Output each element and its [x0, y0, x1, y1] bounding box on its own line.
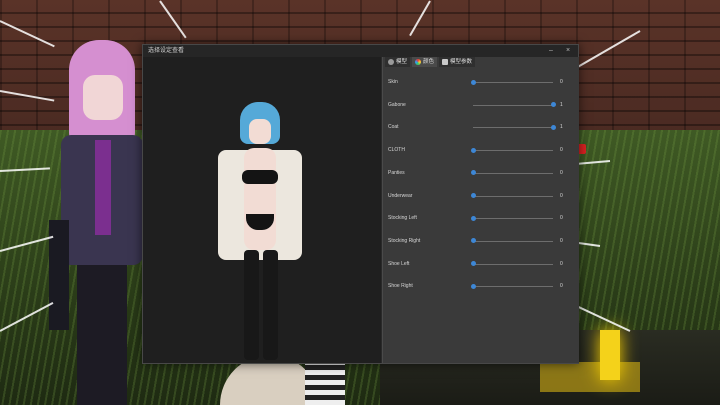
slider-row-stocking-right: Stocking Right 0: [388, 236, 573, 246]
slider-label: CLOTH: [388, 147, 405, 154]
tab-model-params[interactable]: 模型参数: [439, 57, 476, 67]
slider-handle[interactable]: [550, 102, 556, 108]
tab-label: 模型参数: [450, 59, 473, 65]
character-model: [218, 102, 308, 362]
slider-label: Shoe Right: [388, 283, 413, 290]
gear-icon: [442, 59, 449, 65]
slider-handle[interactable]: [470, 238, 476, 244]
slider-handle[interactable]: [470, 193, 476, 198]
slider-label: Shoe Left: [388, 260, 410, 267]
slider-value: 0: [560, 260, 563, 267]
tab-bar: 模型 颜色 模型参数: [385, 57, 476, 67]
background-glow: [540, 362, 640, 392]
slider-value: 0: [560, 169, 563, 176]
slider-handle[interactable]: [470, 261, 476, 267]
slider-label: Coat: [388, 124, 399, 131]
slider-track[interactable]: [470, 170, 553, 176]
settings-panel: 模型 颜色 模型参数 Skin 0 Gabone 1 Coat 1 CLOTH 0 Pantie…: [382, 57, 579, 363]
tab-color[interactable]: 颜色: [412, 57, 438, 67]
slider-row-cloth: CLOTH 0: [388, 145, 573, 155]
background-prop-striped: [305, 362, 345, 405]
person-icon: [388, 59, 394, 65]
character-face: [83, 75, 123, 120]
slider-label: Panties: [388, 169, 405, 176]
model-face: [249, 119, 271, 144]
slider-track[interactable]: [470, 193, 553, 198]
palette-icon: [415, 59, 422, 65]
background-character: [49, 40, 150, 405]
slider-row-skin: Skin 0: [388, 77, 573, 87]
slider-track[interactable]: [470, 79, 553, 85]
model-underwear-top: [242, 170, 278, 184]
close-button[interactable]: ×: [563, 45, 573, 57]
slider-value: 0: [560, 283, 563, 290]
model-preview[interactable]: [143, 57, 381, 363]
slider-row-coat: Coat 1: [388, 122, 573, 132]
slider-row-panties: Panties 0: [388, 168, 573, 178]
slider-track[interactable]: [473, 124, 556, 130]
slider-handle[interactable]: [470, 215, 476, 221]
tab-label: 颜色: [423, 59, 435, 65]
slider-value: 1: [560, 124, 563, 131]
minimize-button[interactable]: –: [546, 45, 556, 57]
slider-track[interactable]: [470, 147, 553, 153]
character-tie: [95, 140, 111, 235]
slider-value: 1: [560, 101, 563, 108]
slider-handle[interactable]: [550, 124, 556, 130]
slider-value: 0: [560, 237, 563, 244]
slider-track[interactable]: [473, 102, 556, 108]
slider-value: 0: [560, 147, 563, 154]
slider-value: 0: [560, 79, 563, 85]
slider-handle[interactable]: [470, 147, 476, 153]
slider-row-shoe-right: Shoe Right 0: [388, 281, 573, 291]
window-title: 选择设定查看: [148, 48, 185, 54]
tab-label: 模型: [396, 59, 408, 65]
slider-row-shoe-left: Shoe Left 0: [388, 259, 573, 269]
slider-track[interactable]: [470, 261, 553, 267]
slider-row-stocking-left: Stocking Left 0: [388, 213, 573, 223]
slider-handle[interactable]: [470, 283, 476, 289]
model-editor-window: 选择设定查看 – × 模型 颜色 模型参数 Skin 0 Gabone 1 Co…: [142, 44, 579, 364]
window-titlebar[interactable]: 选择设定查看 – ×: [143, 45, 578, 57]
slider-label: Gabone: [388, 101, 406, 108]
model-stocking-left: [244, 250, 259, 360]
slider-label: Underwear: [388, 192, 413, 199]
slider-label: Stocking Right: [388, 237, 421, 244]
character-legs: [77, 265, 127, 405]
slider-value: 0: [560, 215, 563, 222]
slider-track[interactable]: [470, 215, 553, 221]
tab-model[interactable]: 模型: [385, 57, 411, 67]
background-lamp: [600, 330, 620, 380]
slider-track[interactable]: [470, 283, 553, 289]
slider-row-gabone: Gabone 1: [388, 100, 573, 110]
slider-row-underwear: Underwear 0: [388, 191, 573, 201]
model-stocking-right: [263, 250, 278, 360]
slider-track[interactable]: [470, 238, 553, 244]
slider-value: 0: [560, 192, 563, 199]
slider-handle[interactable]: [470, 170, 476, 176]
slider-handle[interactable]: [470, 79, 476, 85]
model-body: [244, 148, 276, 250]
slider-label: Stocking Left: [388, 215, 417, 222]
slider-label: Skin: [388, 79, 398, 85]
